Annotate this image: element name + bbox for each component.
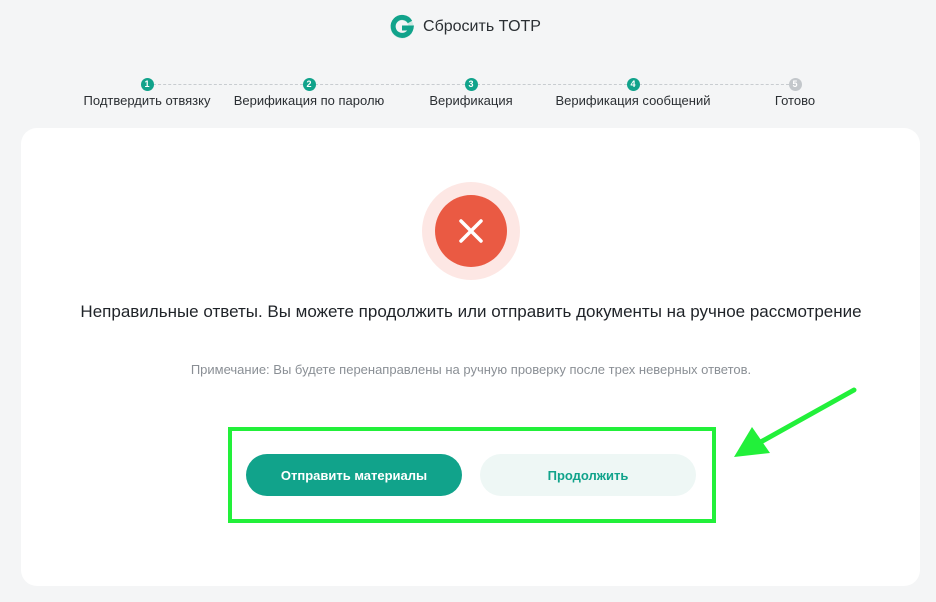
submit-materials-button[interactable]: Отправить материалы [246,454,462,496]
step-number: 1 [140,78,154,91]
error-status-badge [422,182,520,280]
pointer-arrow-icon [734,387,857,457]
step-password-verification: 2 Верификация по паролю [224,77,394,108]
progress-steps: 1 Подтвердить отвязку 2 Верификация по п… [0,77,936,111]
page-header: Сбросить TOTP [0,14,936,40]
result-note: Примечание: Вы будете перенаправлены на … [190,362,752,377]
step-done: 5 Готово [710,77,880,108]
step-label: Верификация сообщений [555,93,711,108]
g-logo-icon [390,14,415,39]
page-title: Сбросить TOTP [423,18,541,35]
step-number: 3 [464,78,478,91]
step-number: 5 [788,78,802,91]
result-message: Неправильные ответы. Вы можете продолжит… [80,302,862,321]
step-message-verification: 4 Верификация сообщений [548,77,718,108]
reset-totp-page: Сбросить TOTP 1 Подтвердить отвязку 2 Ве… [0,0,936,602]
step-label: Верификация [429,93,513,108]
step-label: Подтвердить отвязку [83,93,211,108]
step-verification: 3 Верификация [386,77,556,108]
step-label: Готово [774,93,816,108]
step-number: 4 [626,78,640,91]
continue-button[interactable]: Продолжить [480,454,696,496]
result-card: Неправильные ответы. Вы можете продолжит… [21,128,920,586]
error-x-icon [435,195,507,267]
step-confirm-unbind: 1 Подтвердить отвязку [62,77,232,108]
close-cross-glyph [459,219,483,243]
step-label: Верификация по паролю [233,93,385,108]
step-number: 2 [302,78,316,91]
